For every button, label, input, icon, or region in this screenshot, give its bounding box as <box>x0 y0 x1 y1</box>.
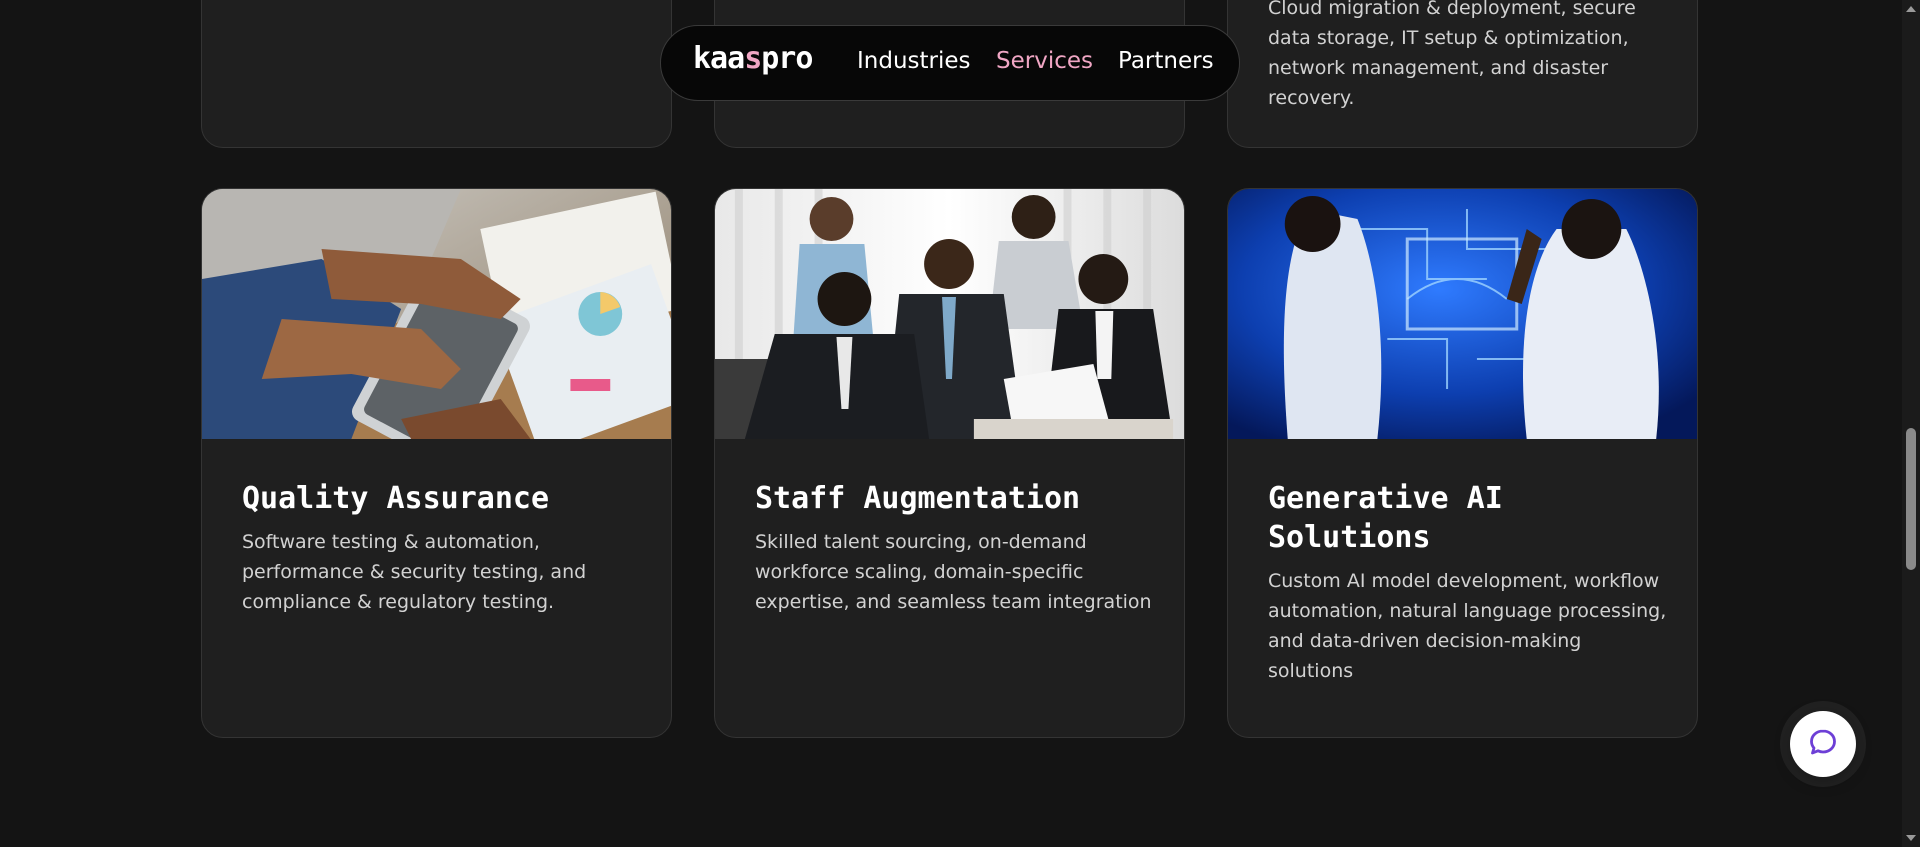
card-description: Custom AI model development, workflow au… <box>1268 570 1667 682</box>
card-title: Quality Assurance <box>242 481 550 516</box>
card-description: Skilled talent sourcing, on-demand workf… <box>755 531 1152 613</box>
service-card-staff-augmentation[interactable]: Staff Augmentation Skilled talent sourci… <box>714 188 1185 738</box>
scrollbar-thumb[interactable] <box>1906 428 1916 570</box>
nav-link-partners[interactable]: Partners <box>1118 48 1214 74</box>
nav-link-industries[interactable]: Industries <box>857 48 971 74</box>
card-title: Staff Augmentation <box>755 481 1081 516</box>
service-card-top-1 <box>201 0 672 148</box>
business-team-meeting-image <box>715 189 1184 439</box>
scroll-up-icon[interactable] <box>1906 6 1916 12</box>
top-navigation: kaaspro Industries Services Partners <box>660 25 1240 101</box>
service-card-quality-assurance[interactable]: Quality Assurance Software testing & aut… <box>201 188 672 738</box>
scroll-down-icon[interactable] <box>1906 835 1916 841</box>
nav-link-services[interactable]: Services <box>996 48 1093 74</box>
scientists-ai-circuit-screen-image <box>1228 189 1697 439</box>
card-description: Software testing & automation, performan… <box>242 531 587 613</box>
chat-button[interactable] <box>1790 711 1856 777</box>
service-card-top-3: Cloud migration & deployment, secure dat… <box>1227 0 1698 148</box>
service-card-generative-ai[interactable]: Generative AI Solutions Custom AI model … <box>1227 188 1698 738</box>
card-title: Generative AI Solutions <box>1268 481 1503 555</box>
chat-bubble-icon <box>1807 726 1839 763</box>
kaaspro-logo[interactable]: kaaspro <box>693 41 813 76</box>
page-scrollbar[interactable] <box>1902 0 1920 847</box>
team-reviewing-tablet-charts-image <box>202 189 671 439</box>
card-description: Cloud migration & deployment, secure dat… <box>1268 0 1636 109</box>
